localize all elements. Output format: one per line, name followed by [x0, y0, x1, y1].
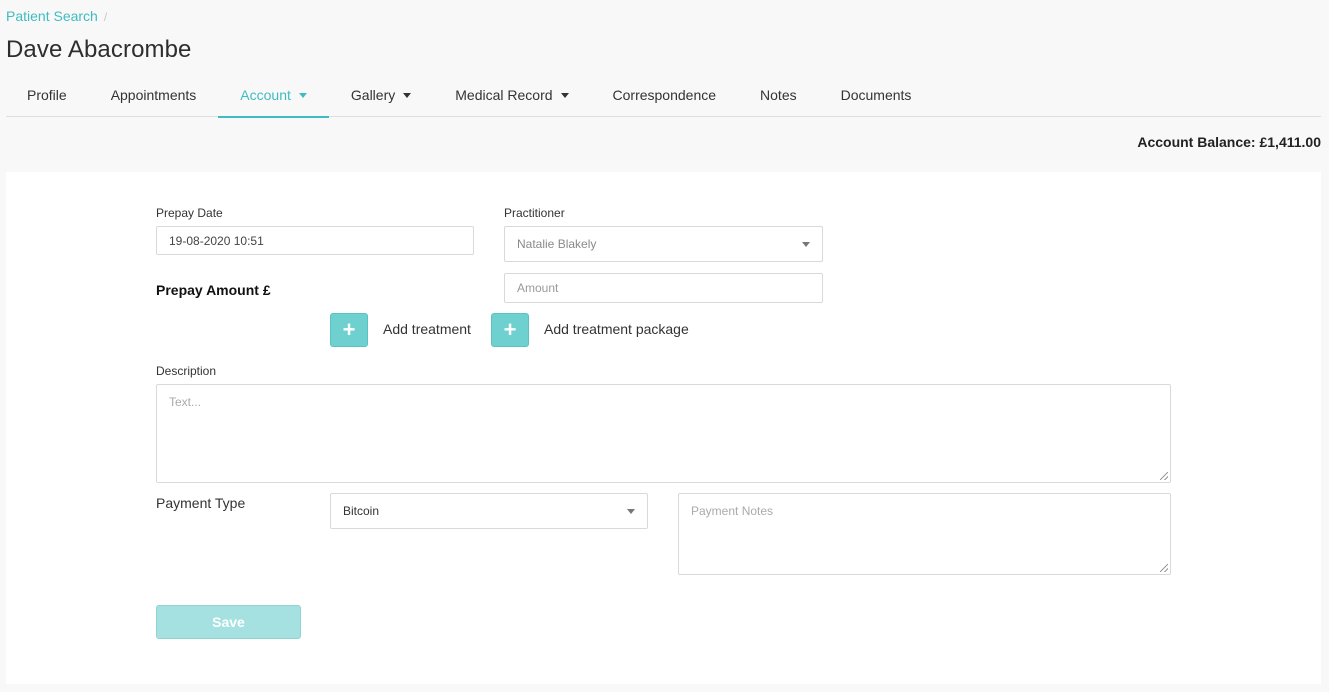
resize-grip-icon[interactable]	[1160, 564, 1168, 572]
add-treatment-label[interactable]: Add treatment	[383, 321, 471, 337]
chevron-down-icon	[627, 509, 635, 514]
tab-gallery[interactable]: Gallery	[329, 76, 433, 117]
tab-correspondence[interactable]: Correspondence	[591, 76, 739, 117]
tab-label: Profile	[27, 87, 67, 103]
tab-label: Correspondence	[612, 87, 717, 103]
payment-type-select[interactable]: Bitcoin	[330, 493, 648, 529]
caret-down-icon	[403, 92, 412, 98]
resize-grip-icon[interactable]	[1160, 472, 1168, 480]
payment-notes-placeholder: Payment Notes	[691, 504, 774, 518]
practitioner-label: Practitioner	[504, 206, 565, 220]
practitioner-select[interactable]: Natalie Blakely	[504, 226, 823, 262]
tab-profile[interactable]: Profile	[6, 76, 89, 117]
prepay-form-card: Prepay Date 19-08-2020 10:51 Practitione…	[6, 172, 1321, 684]
plus-icon: +	[503, 317, 517, 342]
tab-documents[interactable]: Documents	[819, 76, 934, 117]
tab-account[interactable]: Account	[218, 76, 329, 118]
tab-label: Account	[240, 87, 291, 103]
breadcrumb-separator: /	[103, 10, 108, 24]
caret-down-icon	[298, 92, 307, 98]
payment-type-label: Payment Type	[156, 495, 246, 511]
tab-label: Documents	[840, 87, 912, 103]
tab-bar: Profile Appointments Account Gallery Med…	[6, 76, 1321, 118]
tab-medical-record[interactable]: Medical Record	[433, 76, 590, 117]
breadcrumb: Patient Search /	[6, 8, 107, 24]
page-title: Dave Abacrombe	[6, 36, 192, 63]
payment-type-value: Bitcoin	[343, 504, 380, 518]
description-label: Description	[156, 364, 217, 378]
prepay-date-label: Prepay Date	[156, 206, 223, 220]
tab-label: Notes	[760, 87, 797, 103]
account-balance: Account Balance: £1,411.00	[1137, 134, 1321, 150]
chevron-down-icon	[802, 242, 810, 247]
payment-notes-textarea[interactable]: Payment Notes	[678, 493, 1171, 575]
page: Patient Search / Dave Abacrombe Profile A…	[0, 0, 1329, 692]
tab-label: Gallery	[350, 87, 396, 103]
caret-down-icon	[560, 92, 569, 98]
save-button[interactable]: Save	[156, 605, 301, 639]
breadcrumb-patient-search-link[interactable]: Patient Search	[6, 8, 98, 24]
plus-icon: +	[342, 317, 356, 342]
description-textarea[interactable]: Text...	[156, 384, 1171, 483]
prepay-amount-label: Prepay Amount £	[156, 282, 271, 298]
tab-label: Appointments	[110, 87, 197, 103]
save-button-label: Save	[212, 614, 245, 630]
amount-placeholder: Amount	[517, 281, 559, 295]
tab-notes[interactable]: Notes	[738, 76, 819, 117]
amount-input[interactable]: Amount	[504, 273, 823, 303]
practitioner-value: Natalie Blakely	[517, 237, 597, 251]
add-treatment-package-label[interactable]: Add treatment package	[544, 321, 689, 337]
add-treatment-button[interactable]: +	[330, 313, 368, 347]
tab-label: Medical Record	[455, 87, 553, 103]
add-treatment-package-button[interactable]: +	[491, 313, 529, 347]
prepay-date-value: 19-08-2020 10:51	[169, 233, 264, 248]
prepay-date-input[interactable]: 19-08-2020 10:51	[156, 226, 474, 255]
tab-appointments[interactable]: Appointments	[89, 76, 219, 117]
description-placeholder: Text...	[169, 395, 202, 409]
